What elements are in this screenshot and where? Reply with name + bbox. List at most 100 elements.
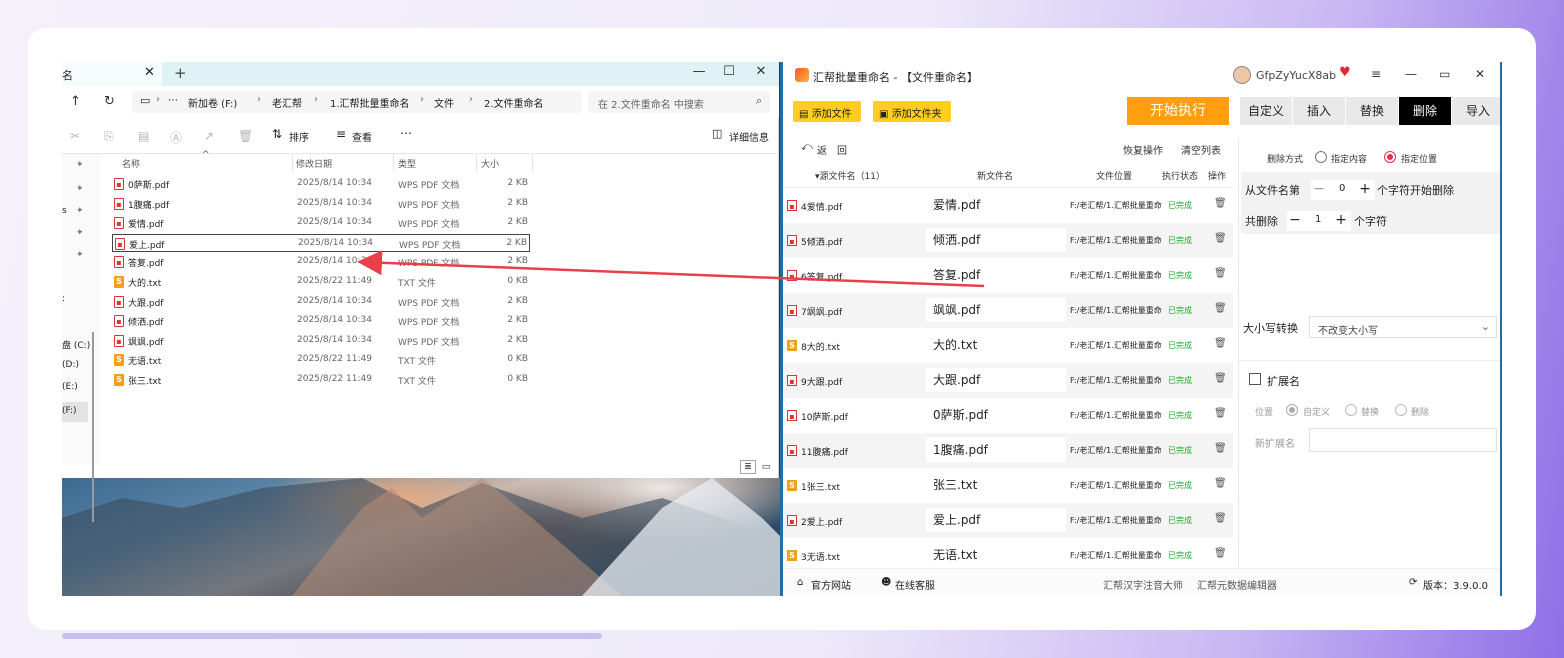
radio-ext-replace[interactable] — [1345, 404, 1357, 416]
up-arrow-icon[interactable]: ↑ — [70, 94, 81, 109]
breadcrumb-item[interactable]: 文件 — [434, 95, 454, 110]
ext-option-custom[interactable]: 自定义 — [1303, 405, 1330, 418]
from-value[interactable]: 0 — [1339, 183, 1345, 194]
new-name[interactable]: 大的.txt — [926, 333, 1066, 357]
add-file-button[interactable]: ▤ 添加文件 — [793, 101, 861, 122]
minus-icon[interactable]: − — [1287, 211, 1303, 231]
new-name[interactable]: 飒飒.pdf — [926, 298, 1066, 322]
tab-mode-3[interactable]: 删除 — [1399, 97, 1451, 125]
breadcrumb-more[interactable]: ⋯ — [168, 95, 178, 106]
tab-mode-4[interactable]: 导入 — [1452, 97, 1502, 125]
breadcrumb-item[interactable]: 老汇帮 — [272, 95, 302, 110]
clear-list-button[interactable]: 清空列表 — [1181, 142, 1221, 157]
sidebar-item-drive-c[interactable]: 盘 (C:) — [62, 338, 90, 351]
back-icon[interactable]: ⤺ — [801, 140, 813, 154]
sidebar-item-drive-f[interactable]: (F:) — [62, 402, 88, 422]
table-row[interactable]: S 1张三.txt 张三.txt F:/老汇帮/1.汇帮批量重命名 已完成 🗑 — [783, 468, 1233, 503]
sidebar-item-drive-e[interactable]: (E:) — [62, 382, 78, 392]
start-button[interactable]: 开始执行 — [1127, 97, 1229, 125]
rename-icon[interactable]: Ⓐ — [170, 129, 182, 146]
tab-mode-0[interactable]: 自定义 — [1240, 97, 1292, 125]
table-row[interactable]: ▪ 2爱上.pdf 爱上.pdf F:/老汇帮/1.汇帮批量重命名 已完成 🗑 — [783, 503, 1233, 538]
link-metadata[interactable]: 汇帮元数据编辑器 — [1197, 577, 1277, 592]
new-name[interactable]: 1腹痛.pdf — [926, 438, 1066, 462]
tab-close-icon[interactable]: ✕ — [144, 65, 155, 80]
count-value[interactable]: 1 — [1315, 214, 1321, 225]
back-button-2[interactable]: 回 — [837, 142, 847, 157]
file-row[interactable]: S 张三.txt 2025/8/22 11:49 TXT 文件 0 KB — [112, 371, 530, 389]
tab-mode-1[interactable]: 插入 — [1293, 97, 1345, 125]
refresh-icon[interactable]: ↻ — [104, 94, 115, 109]
tab-mode-2[interactable]: 替换 — [1346, 97, 1398, 125]
trash-icon[interactable]: 🗑 — [1214, 233, 1227, 244]
radio-content[interactable] — [1315, 151, 1327, 163]
file-row[interactable]: ▪ 爱情.pdf 2025/8/14 10:34 WPS PDF 文档 2 KB — [112, 214, 530, 232]
breadcrumb-item[interactable]: 1.汇帮批量重命名 — [330, 95, 410, 110]
close-icon[interactable]: ✕ — [746, 62, 776, 86]
restore-button[interactable]: 恢复操作 — [1123, 142, 1163, 157]
minimize-icon[interactable]: — — [1405, 67, 1417, 81]
radio-position[interactable] — [1384, 151, 1396, 163]
add-folder-button[interactable]: ▣ 添加文件夹 — [873, 101, 951, 122]
column-type[interactable]: 类型 — [398, 157, 416, 170]
radio-ext-custom[interactable] — [1286, 404, 1298, 416]
file-row[interactable]: ▪ 爱上.pdf 2025/8/14 10:34 WPS PDF 文档 2 KB — [112, 234, 530, 252]
details-button[interactable]: 详细信息 — [729, 129, 769, 144]
file-row[interactable]: ▪ 大跟.pdf 2025/8/14 10:34 WPS PDF 文档 2 KB — [112, 293, 530, 311]
sidebar-scrollbar[interactable] — [92, 332, 94, 522]
cut-icon[interactable]: ✂ — [70, 129, 80, 143]
new-name[interactable]: 倾洒.pdf — [926, 228, 1066, 252]
radio-ext-delete[interactable] — [1395, 404, 1407, 416]
option-position-label[interactable]: 指定位置 — [1401, 152, 1437, 165]
new-name[interactable]: 答复.pdf — [926, 263, 1066, 287]
trash-icon[interactable]: 🗑 — [1214, 408, 1227, 419]
file-row[interactable]: S 无语.txt 2025/8/22 11:49 TXT 文件 0 KB — [112, 351, 530, 369]
column-name[interactable]: 名称 — [122, 157, 140, 170]
explorer-tab[interactable]: 名 ✕ — [62, 62, 162, 86]
search-input[interactable]: 在 2.文件重命名 中搜索 ⌕ — [588, 91, 770, 113]
table-row[interactable]: ▪ 4爱情.pdf 爱情.pdf F:/老汇帮/1.汇帮批量重命名 已完成 🗑 — [783, 188, 1233, 223]
file-row[interactable]: ▪ 0萨斯.pdf 2025/8/14 10:34 WPS PDF 文档 2 KB — [112, 175, 530, 193]
table-row[interactable]: ▪ 10萨斯.pdf 0萨斯.pdf F:/老汇帮/1.汇帮批量重命名 已完成 🗑 — [783, 398, 1233, 433]
trash-icon[interactable]: 🗑 — [1214, 548, 1227, 559]
more-button[interactable]: ⋯ — [400, 126, 412, 140]
case-select[interactable]: 不改变大小写 ⌄ — [1309, 316, 1497, 338]
paste-icon[interactable]: ▤ — [138, 129, 149, 143]
new-extension-input[interactable] — [1309, 428, 1497, 452]
service-link[interactable]: 在线客服 — [895, 577, 935, 592]
file-row[interactable]: ▪ 答复.pdf 2025/8/14 10:34 WPS PDF 文档 2 KB — [112, 253, 530, 271]
link-pinyin[interactable]: 汇帮汉字注音大师 — [1103, 577, 1183, 592]
trash-icon[interactable]: 🗑 — [1214, 338, 1227, 349]
new-name[interactable]: 爱上.pdf — [926, 508, 1066, 532]
breadcrumb-item[interactable]: 2.文件重命名 — [484, 95, 544, 110]
breadcrumb-item[interactable]: 新加卷 (F:) — [188, 95, 237, 110]
maximize-icon[interactable]: ☐ — [714, 62, 744, 86]
column-date[interactable]: 修改日期 — [296, 157, 332, 170]
file-row[interactable]: ▪ 1腹痛.pdf 2025/8/14 10:34 WPS PDF 文档 2 KB — [112, 195, 530, 213]
extension-checkbox[interactable] — [1249, 373, 1261, 385]
count-stepper[interactable]: − 1 + — [1287, 211, 1351, 231]
ext-option-replace[interactable]: 替换 — [1361, 405, 1379, 418]
table-row[interactable]: ▪ 5倾洒.pdf 倾洒.pdf F:/老汇帮/1.汇帮批量重命名 已完成 🗑 — [783, 223, 1233, 258]
file-row[interactable]: ▪ 倾洒.pdf 2025/8/14 10:34 WPS PDF 文档 2 KB — [112, 312, 530, 330]
new-name[interactable]: 大跟.pdf — [926, 368, 1066, 392]
maximize-icon[interactable]: ▭ — [1439, 67, 1450, 81]
trash-icon[interactable]: 🗑 — [1214, 198, 1227, 209]
share-icon[interactable]: ↗ — [204, 129, 214, 143]
sidebar-item-drive-d[interactable]: (D:) — [62, 360, 79, 370]
view-icon[interactable]: ≡ — [336, 127, 346, 141]
plus-icon[interactable]: + — [1357, 180, 1373, 200]
details-view-icon[interactable]: ≣ — [740, 460, 756, 474]
extension-label[interactable]: 扩展名 — [1267, 373, 1300, 389]
copy-icon[interactable]: ⎘ — [104, 129, 114, 144]
option-content-label[interactable]: 指定内容 — [1331, 152, 1367, 165]
menu-icon[interactable]: ≡ — [1371, 67, 1381, 81]
new-tab-icon[interactable]: + — [174, 64, 187, 82]
close-icon[interactable]: ✕ — [1475, 67, 1485, 81]
details-pane-icon[interactable]: ◫ — [712, 127, 722, 140]
vip-heart-icon[interactable]: ♥ — [1339, 65, 1351, 80]
table-row[interactable]: ▪ 11腹痛.pdf 1腹痛.pdf F:/老汇帮/1.汇帮批量重命名 已完成 🗑 — [783, 433, 1233, 468]
sort-button[interactable]: 排序 — [289, 129, 309, 144]
column-size[interactable]: 大小 — [481, 157, 499, 170]
avatar[interactable] — [1233, 66, 1251, 84]
